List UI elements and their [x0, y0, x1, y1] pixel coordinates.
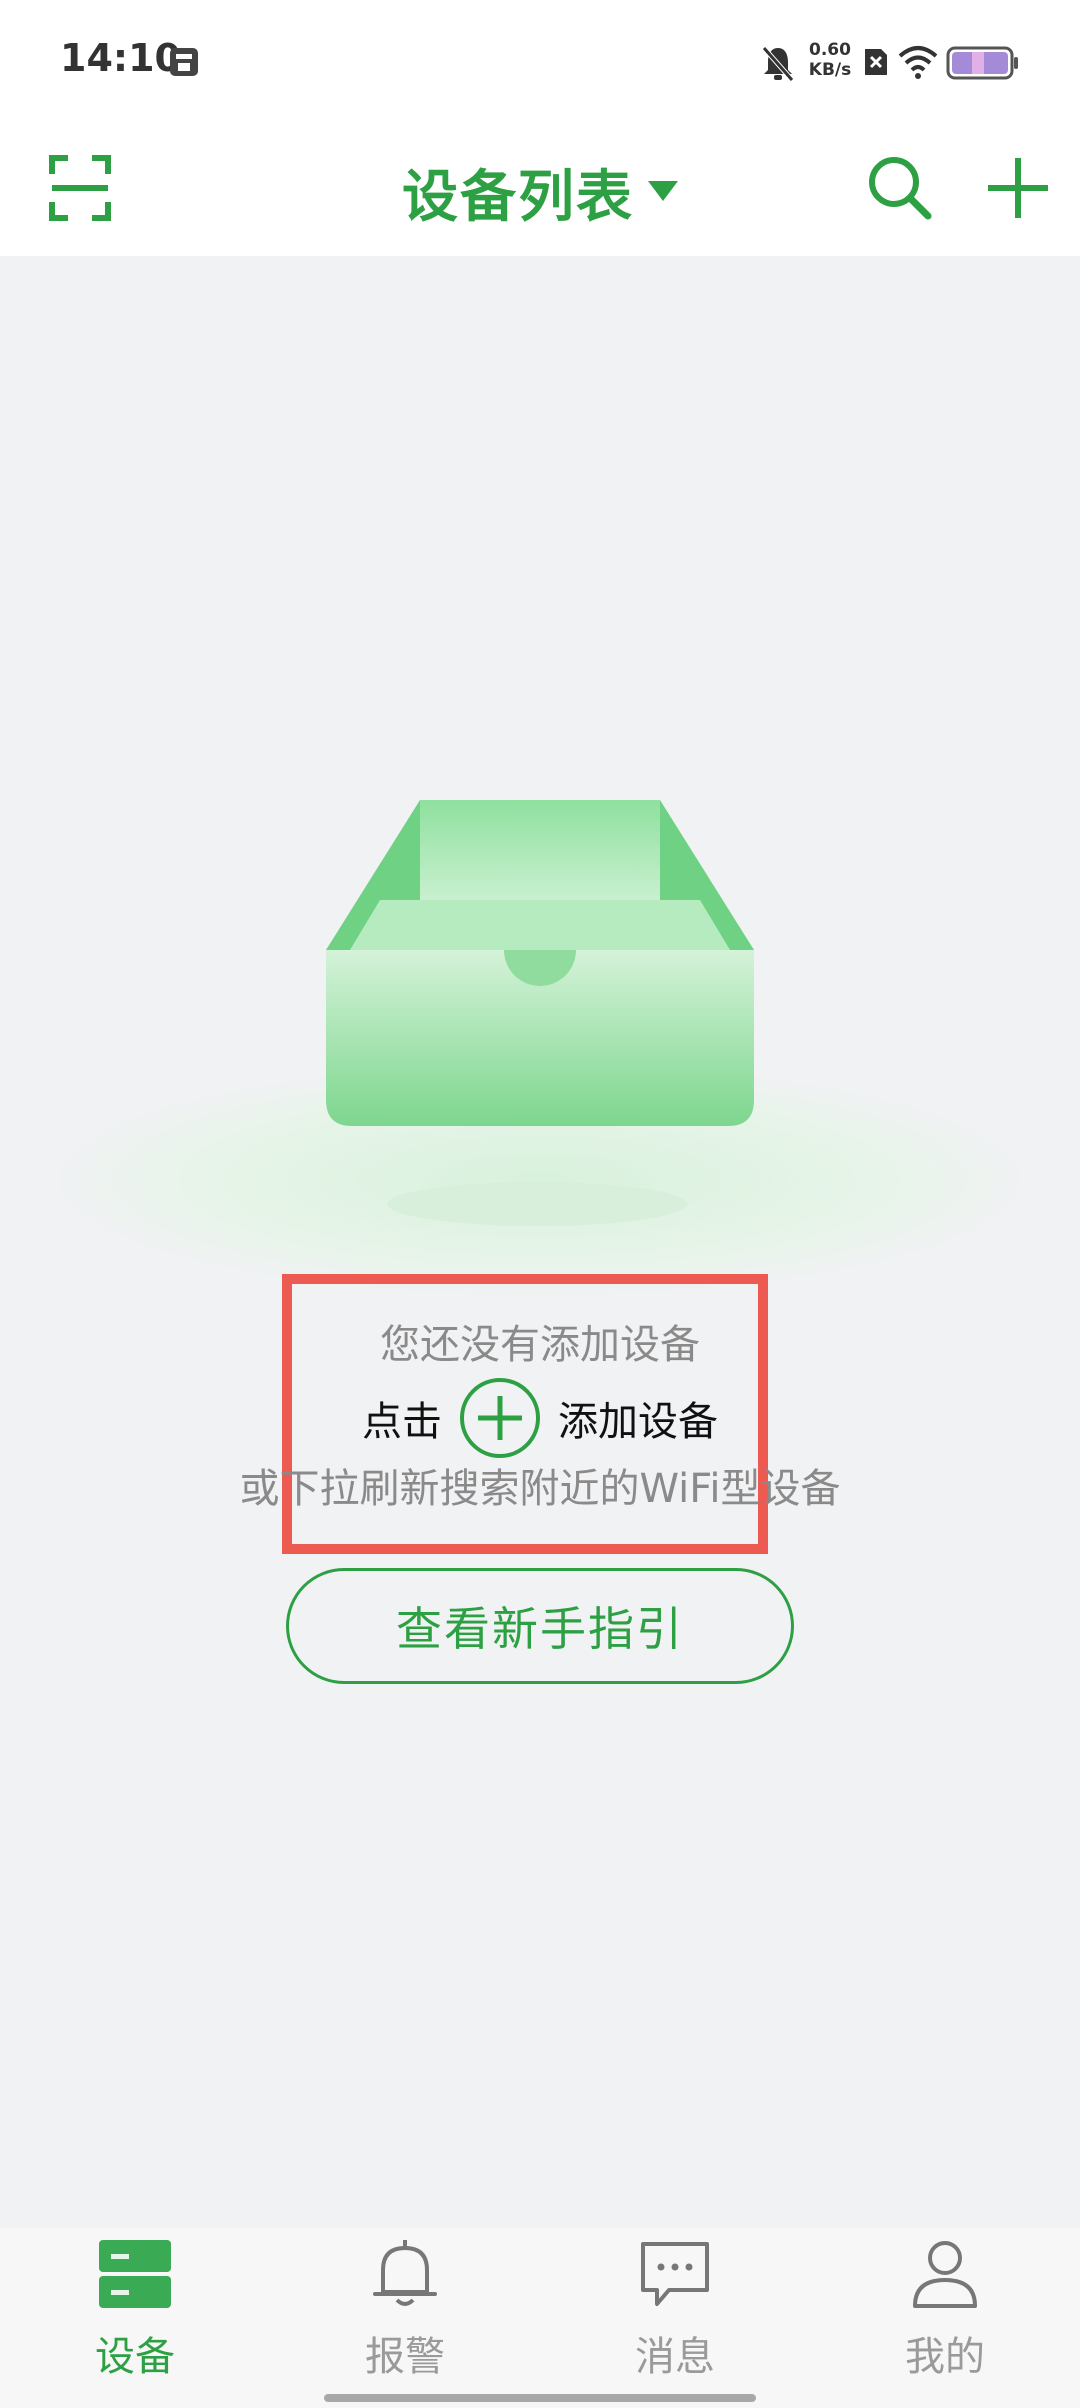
bell-icon	[369, 2238, 441, 2314]
net-speed: 0.60 KB/s	[800, 40, 860, 80]
nav-label-alarms: 报警	[365, 2334, 445, 2380]
mute-bell-icon	[760, 44, 796, 86]
wifi-icon	[898, 44, 938, 84]
hint-prefix: 点击	[362, 1399, 442, 1445]
app-header: 设备列表	[0, 128, 1080, 256]
add-circle-icon[interactable]	[458, 1376, 542, 1460]
status-bar: 14:10 0.60 KB/s	[0, 0, 1080, 128]
nav-item-messages[interactable]: 消息	[575, 2238, 775, 2398]
nav-item-profile[interactable]: 我的	[845, 2238, 1045, 2398]
pull-refresh-hint: 或下拉刷新搜索附近的WiFi型设备	[239, 1466, 841, 1512]
nav-label-devices: 设备	[95, 2334, 175, 2380]
notification-app-icon	[168, 46, 200, 82]
bottom-nav: 设备 报警 消息 我的	[0, 2228, 1080, 2408]
empty-box-illustration	[40, 780, 1040, 1304]
view-guide-button[interactable]: 查看新手指引	[286, 1568, 794, 1684]
home-indicator[interactable]	[324, 2394, 756, 2402]
net-speed-unit: KB/s	[808, 60, 852, 80]
add-device-hint: 点击 添加设备	[0, 1376, 1080, 1460]
app-screen: 14:10 0.60 KB/s 设备列表 您还没有添加设备 点击 添加设备 或下…	[0, 0, 1080, 2408]
empty-state-message: 您还没有添加设备	[380, 1322, 700, 1368]
page-title: 设备列表	[402, 164, 634, 230]
nav-label-messages: 消息	[635, 2334, 715, 2380]
add-device-plus-icon[interactable]	[982, 152, 1054, 228]
sim-off-icon	[862, 46, 890, 82]
user-icon	[909, 2238, 981, 2314]
search-icon[interactable]	[864, 152, 936, 228]
net-speed-value: 0.60	[809, 40, 851, 60]
nav-item-devices[interactable]: 设备	[35, 2238, 235, 2398]
device-icon	[97, 2238, 173, 2314]
nav-label-profile: 我的	[905, 2334, 985, 2380]
message-icon	[639, 2238, 711, 2314]
nav-item-alarms[interactable]: 报警	[305, 2238, 505, 2398]
hint-suffix: 添加设备	[558, 1399, 718, 1445]
caret-down-icon	[648, 181, 678, 207]
battery-icon	[946, 46, 1020, 84]
status-time: 14:10	[60, 36, 181, 80]
